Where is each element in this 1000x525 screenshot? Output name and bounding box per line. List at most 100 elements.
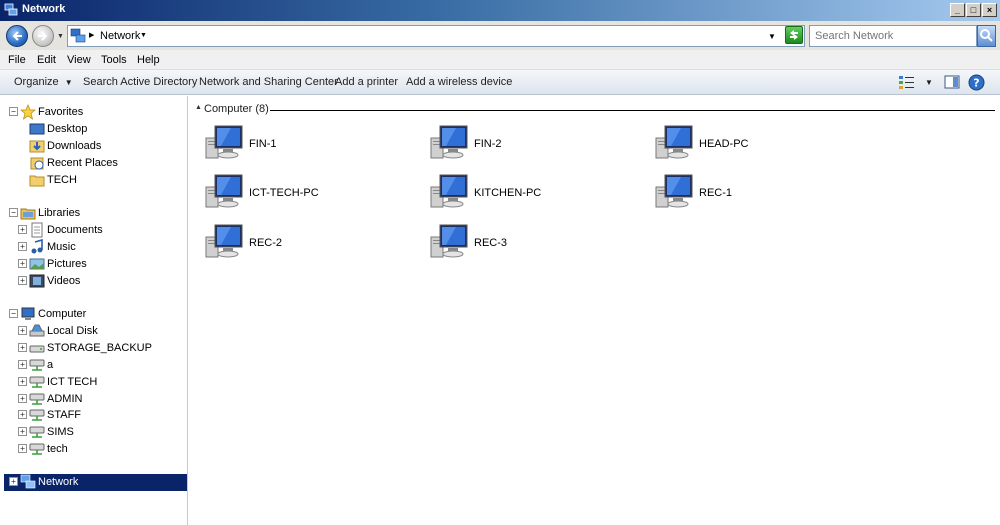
- views-dropdown-icon[interactable]: ▼: [925, 78, 933, 87]
- computer-name: REC-2: [249, 237, 283, 249]
- nav-documents[interactable]: + Documents: [0, 222, 188, 239]
- content-pane: ▲ Computer (8) FIN-1 FIN-2 HEAD-PC ICT-TECH…: [189, 96, 1000, 525]
- menu-tools[interactable]: Tools: [101, 54, 127, 66]
- help-icon[interactable]: ?: [968, 74, 985, 91]
- group-header-computer[interactable]: ▲ Computer (8): [195, 103, 995, 117]
- computer-item[interactable]: HEAD-PC: [655, 124, 855, 166]
- computer-item[interactable]: FIN-2: [430, 124, 630, 166]
- pictures-icon: [29, 258, 45, 270]
- expand-icon[interactable]: +: [18, 242, 27, 251]
- breadcrumb-separator[interactable]: ▶: [89, 31, 94, 39]
- computer-name: FIN-2: [474, 138, 502, 150]
- expand-icon[interactable]: +: [18, 259, 27, 268]
- nav-drive-admin[interactable]: + ADMIN: [0, 391, 188, 408]
- expand-icon[interactable]: +: [18, 276, 27, 285]
- network-drive-icon: [29, 376, 45, 388]
- computer-icon: [205, 174, 243, 208]
- nav-storage-backup[interactable]: + STORAGE_BACKUP: [0, 340, 188, 357]
- expand-icon[interactable]: +: [18, 225, 27, 234]
- group-label: Computer (8): [204, 103, 269, 115]
- chevron-down-icon: ▼: [64, 78, 73, 87]
- nav-drive-a[interactable]: + a: [0, 357, 188, 374]
- collapse-icon[interactable]: −: [9, 309, 18, 318]
- network-icon: [4, 3, 18, 16]
- expand-icon[interactable]: +: [18, 326, 27, 335]
- collapse-icon[interactable]: −: [9, 107, 18, 116]
- nav-label: Network: [38, 476, 79, 488]
- address-history-dropdown[interactable]: ▼: [768, 32, 776, 41]
- computer-item[interactable]: KITCHEN-PC: [430, 173, 630, 215]
- expand-icon[interactable]: +: [18, 444, 27, 453]
- nav-drive-staff[interactable]: + STAFF: [0, 407, 188, 424]
- computer-icon: [205, 224, 243, 258]
- computer-item[interactable]: FIN-1: [205, 124, 405, 166]
- expand-icon[interactable]: +: [9, 477, 18, 486]
- nav-tech-folder[interactable]: TECH: [0, 172, 188, 189]
- expand-icon[interactable]: +: [18, 394, 27, 403]
- navigation-pane: − Favorites Desktop Downloads Recent Pla…: [0, 96, 188, 525]
- computer-item[interactable]: REC-3: [430, 223, 630, 265]
- expand-icon[interactable]: +: [18, 360, 27, 369]
- nav-libraries[interactable]: − Libraries: [0, 205, 188, 222]
- collapse-group-icon[interactable]: ▲: [195, 104, 202, 111]
- menu-edit[interactable]: Edit: [37, 54, 56, 66]
- maximize-button[interactable]: □: [966, 3, 981, 17]
- network-drive-icon: [29, 426, 45, 438]
- nav-desktop[interactable]: Desktop: [0, 121, 188, 138]
- nav-label: ICT TECH: [47, 376, 98, 388]
- nav-drive-ict-tech[interactable]: + ICT TECH: [0, 374, 188, 391]
- nav-downloads[interactable]: Downloads: [0, 138, 188, 155]
- back-button[interactable]: [6, 25, 28, 47]
- nav-drive-tech[interactable]: + tech: [0, 441, 188, 458]
- nav-pictures[interactable]: + Pictures: [0, 256, 188, 273]
- minimize-button[interactable]: _: [950, 3, 965, 17]
- recent-pages-dropdown[interactable]: ▼: [57, 33, 64, 40]
- breadcrumb-dropdown[interactable]: ▼: [140, 32, 147, 39]
- expand-icon[interactable]: +: [18, 427, 27, 436]
- computer-name: HEAD-PC: [699, 138, 749, 150]
- refresh-button[interactable]: [785, 26, 803, 44]
- breadcrumb-network[interactable]: Network: [100, 30, 140, 42]
- nav-music[interactable]: + Music: [0, 239, 188, 256]
- menu-help[interactable]: Help: [137, 54, 160, 66]
- nav-computer[interactable]: − Computer: [0, 306, 188, 323]
- menu-view[interactable]: View: [67, 54, 91, 66]
- nav-drive-sims[interactable]: + SIMS: [0, 424, 188, 441]
- expand-icon[interactable]: +: [18, 377, 27, 386]
- organize-button[interactable]: Organize ▼: [14, 76, 73, 88]
- nav-label: STORAGE_BACKUP: [47, 342, 152, 354]
- preview-pane-icon[interactable]: [944, 74, 960, 90]
- search-input[interactable]: [809, 25, 977, 47]
- nav-label: ADMIN: [47, 393, 83, 405]
- views-icon[interactable]: [898, 74, 916, 90]
- add-printer-button[interactable]: Add a printer: [335, 76, 398, 88]
- nav-label: STAFF: [47, 409, 82, 421]
- add-wireless-device-button[interactable]: Add a wireless device: [406, 76, 512, 88]
- collapse-icon[interactable]: −: [9, 208, 18, 217]
- search-button[interactable]: [977, 25, 996, 47]
- nav-network[interactable]: + Network: [4, 474, 187, 491]
- close-button[interactable]: ×: [982, 3, 997, 17]
- network-icon: [70, 28, 86, 43]
- address-bar[interactable]: ▶ Network ▼ ▼: [67, 25, 805, 47]
- nav-favorites[interactable]: − Favorites: [0, 104, 188, 121]
- expand-icon[interactable]: +: [18, 343, 27, 352]
- organize-label: Organize: [14, 76, 59, 88]
- nav-label: Local Disk: [47, 325, 98, 337]
- search-active-directory-button[interactable]: Search Active Directory: [83, 76, 197, 88]
- nav-recent-places[interactable]: Recent Places: [0, 155, 188, 172]
- nav-label: Documents: [47, 224, 103, 236]
- computer-item[interactable]: ICT-TECH-PC: [205, 173, 405, 215]
- computer-item[interactable]: REC-1: [655, 173, 855, 215]
- nav-label: Videos: [47, 275, 81, 287]
- forward-button[interactable]: [32, 25, 54, 47]
- expand-icon[interactable]: +: [18, 410, 27, 419]
- computer-item[interactable]: REC-2: [205, 223, 405, 265]
- nav-label: Recent Places: [47, 157, 118, 169]
- nav-videos[interactable]: + Videos: [0, 273, 188, 290]
- refresh-icon: [790, 30, 798, 40]
- nav-local-disk[interactable]: + Local Disk: [0, 323, 188, 340]
- menu-file[interactable]: File: [8, 54, 26, 66]
- drive-icon: [29, 345, 45, 353]
- network-sharing-center-button[interactable]: Network and Sharing Center: [199, 76, 338, 88]
